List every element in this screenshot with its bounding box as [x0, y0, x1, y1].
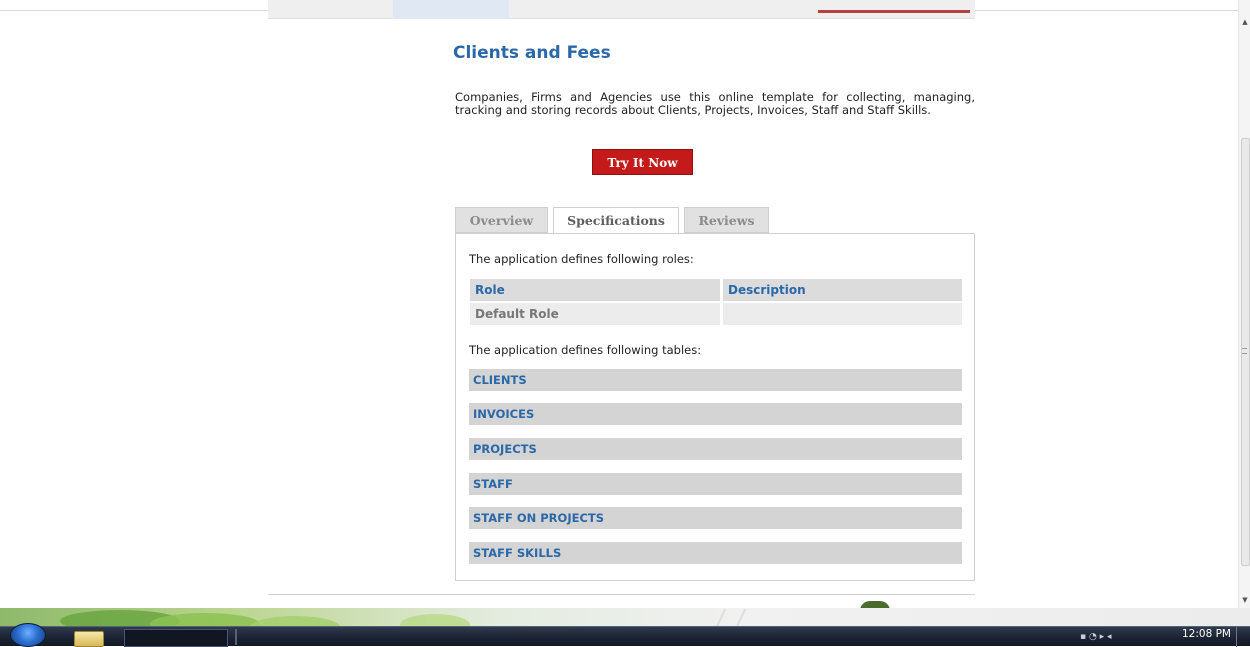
desktop-wallpaper [0, 608, 1250, 626]
scroll-down-icon[interactable]: ▼ [1239, 596, 1250, 606]
taskbar-clock[interactable]: 12:08 PM [1182, 628, 1231, 640]
taskbar: ▪ ◔ ▸ ◂ 12:08 PM [0, 623, 1250, 647]
tab-specifications[interactable]: Specifications [553, 207, 679, 234]
taskbar-window-button[interactable] [124, 629, 228, 647]
table-link-clients[interactable]: CLIENTS [469, 369, 962, 391]
roles-header-role: Role [470, 279, 720, 301]
roles-header-description: Description [723, 279, 962, 301]
scroll-up-icon[interactable]: ▲ [1239, 18, 1250, 28]
page-description: Companies, Firms and Agencies use this o… [455, 90, 975, 117]
wallpaper-leaf [400, 614, 470, 626]
show-desktop-button[interactable] [1236, 627, 1250, 647]
try-it-now-button[interactable]: Try It Now [592, 149, 693, 175]
footer-divider [268, 594, 975, 595]
table-link-staff-on-projects[interactable]: STAFF ON PROJECTS [469, 507, 962, 529]
specifications-panel: The application defines following roles:… [455, 233, 975, 581]
role-name-cell: Default Role [470, 303, 720, 325]
role-description-cell [723, 303, 962, 325]
nav-active-item[interactable] [393, 0, 509, 19]
table-link-staff-skills[interactable]: STAFF SKILLS [469, 542, 962, 564]
roles-intro: The application defines following roles: [469, 252, 694, 266]
taskbar-separator [235, 629, 237, 645]
table-link-invoices[interactable]: INVOICES [469, 403, 962, 425]
tab-reviews[interactable]: Reviews [684, 207, 769, 233]
page-title: Clients and Fees [453, 43, 611, 63]
table-link-staff[interactable]: STAFF [469, 473, 962, 495]
top-navigation [268, 0, 975, 19]
vertical-scrollbar[interactable]: ▲ ▼ [1238, 0, 1250, 608]
start-button[interactable] [10, 623, 46, 647]
nav-highlight-item[interactable] [818, 10, 970, 13]
tab-overview[interactable]: Overview [455, 207, 548, 233]
wallpaper-stroke [715, 608, 727, 626]
wallpaper-stroke [735, 608, 747, 626]
scroll-grip-icon [1242, 348, 1247, 354]
folder-icon[interactable] [74, 631, 104, 647]
wallpaper-leaf [250, 616, 340, 626]
tables-intro: The application defines following tables… [469, 343, 702, 357]
table-link-projects[interactable]: PROJECTS [469, 438, 962, 460]
system-tray-icons[interactable]: ▪ ◔ ▸ ◂ [1080, 632, 1175, 644]
